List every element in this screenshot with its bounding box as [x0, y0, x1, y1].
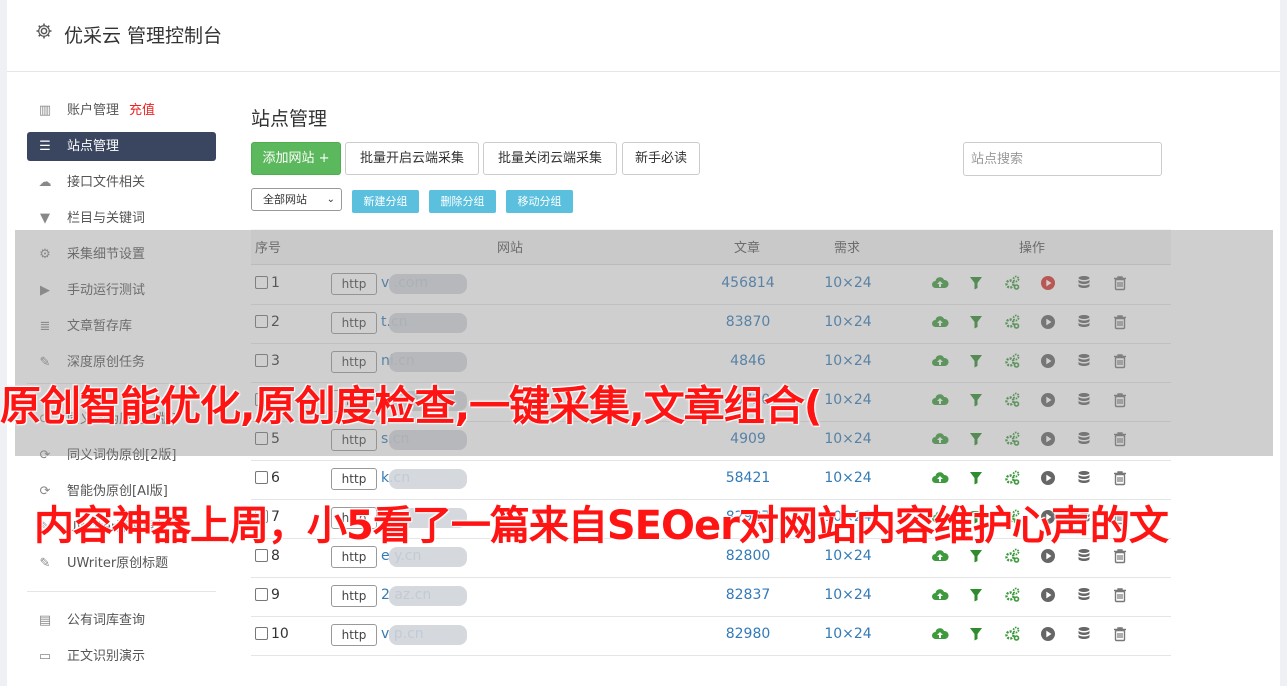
- batch-disable-cloud-button[interactable]: 批量关闭云端采集: [483, 142, 617, 175]
- sidebar-item-3[interactable]: ☁ 接口文件相关: [27, 168, 216, 197]
- gear-icon[interactable]: [35, 22, 53, 40]
- chevron-down-icon: ⌄: [326, 194, 335, 205]
- trash-icon[interactable]: [1111, 586, 1129, 604]
- caption-line-2: 内容神器上周，小5看了一篇来自SEOer对网站内容维护心声的文: [34, 503, 1169, 549]
- sidebar-item-13[interactable]: ✎ UWriter原创标题: [27, 549, 216, 578]
- app-title: 优采云 管理控制台: [64, 25, 223, 47]
- page-title: 站点管理: [251, 108, 328, 130]
- row-number: 10: [271, 626, 289, 642]
- server-icon: ☰: [39, 139, 51, 154]
- edit-icon: ✎: [39, 556, 51, 571]
- sidebar-item-label: UWriter原创标题: [67, 556, 169, 571]
- table-row: 10httpv p.cn8298010×24: [251, 616, 1171, 656]
- filter-icon[interactable]: [967, 469, 985, 487]
- row-checkbox[interactable]: [255, 471, 268, 484]
- demand-value[interactable]: 10×24: [811, 626, 885, 642]
- play-circle-icon[interactable]: [1039, 586, 1057, 604]
- play-circle-icon[interactable]: [1039, 469, 1057, 487]
- batch-enable-cloud-button[interactable]: 批量开启云端采集: [345, 142, 479, 175]
- cloud-upload-icon[interactable]: [931, 586, 949, 604]
- demand-value[interactable]: 10×24: [811, 470, 885, 486]
- trash-icon[interactable]: [1111, 625, 1129, 643]
- sidebar-item-label: 正文识别演示: [67, 649, 146, 664]
- database-icon[interactable]: [1075, 586, 1093, 604]
- cloud-upload-icon[interactable]: [931, 469, 949, 487]
- sidebar-divider: [27, 591, 216, 592]
- monitor-icon: ▭: [38, 649, 52, 664]
- filter-icon: ▼: [40, 211, 50, 226]
- cogs-icon[interactable]: [1003, 586, 1021, 604]
- group-select-value: 全部网站: [263, 193, 307, 206]
- row-number: 6: [271, 470, 280, 486]
- new-group-button[interactable]: 新建分组: [352, 190, 419, 213]
- sidebar-item-1[interactable]: ▥ 账户管理 充值: [27, 96, 216, 125]
- article-count[interactable]: 58421: [711, 470, 785, 486]
- sidebar-item-15[interactable]: ▭ 正文识别演示: [27, 642, 216, 671]
- move-group-button[interactable]: 移动分组: [506, 190, 573, 213]
- protocol-badge[interactable]: http: [331, 585, 377, 607]
- group-select[interactable]: 全部网站 ⌄: [251, 188, 342, 211]
- redacted-mask: [389, 625, 467, 645]
- cloud-upload-icon[interactable]: [931, 625, 949, 643]
- row-actions: [931, 625, 1131, 645]
- newbie-guide-button[interactable]: 新手必读: [622, 142, 700, 175]
- row-checkbox[interactable]: [255, 627, 268, 640]
- bar-chart-icon: ▥: [38, 103, 52, 118]
- row-number: 9: [271, 587, 280, 603]
- sidebar-item-14[interactable]: ▤ 公有词库查询: [27, 606, 216, 635]
- cogs-icon[interactable]: [1003, 625, 1021, 643]
- protocol-badge[interactable]: http: [331, 624, 377, 646]
- sidebar-item-label: 站点管理: [67, 139, 120, 154]
- top-bar: 优采云 管理控制台: [7, 0, 1280, 72]
- row-actions: [931, 586, 1131, 606]
- filter-icon[interactable]: [967, 586, 985, 604]
- database-icon[interactable]: [1075, 625, 1093, 643]
- sidebar-item-label: 栏目与关键词: [67, 211, 146, 226]
- recharge-link[interactable]: 充值: [129, 96, 155, 125]
- redacted-mask: [389, 469, 467, 489]
- sidebar-item-label: 公有词库查询: [67, 613, 146, 628]
- article-count[interactable]: 82837: [711, 587, 785, 603]
- article-count[interactable]: 82980: [711, 626, 785, 642]
- cogs-icon[interactable]: [1003, 469, 1021, 487]
- redacted-mask: [389, 586, 467, 606]
- site-search-input[interactable]: [963, 142, 1162, 176]
- table-row: 9http2 az.cn8283710×24: [251, 577, 1171, 617]
- cloud-upload-icon: ☁: [38, 175, 52, 190]
- demand-value[interactable]: 10×24: [811, 587, 885, 603]
- book-icon: ▤: [38, 613, 52, 628]
- delete-group-button[interactable]: 删除分组: [429, 190, 496, 213]
- sidebar-item-4[interactable]: ▼ 栏目与关键词: [27, 204, 216, 233]
- row-checkbox[interactable]: [255, 588, 268, 601]
- row-actions: [931, 469, 1131, 489]
- sidebar-item-label: 账户管理: [67, 103, 120, 118]
- add-site-button[interactable]: 添加网站 +: [251, 142, 341, 175]
- trash-icon[interactable]: [1111, 469, 1129, 487]
- play-circle-icon[interactable]: [1039, 625, 1057, 643]
- filter-icon[interactable]: [967, 625, 985, 643]
- sidebar-item-2[interactable]: ☰ 站点管理: [27, 132, 216, 161]
- caption-line-1: 原创智能优化,原创度检查,一键采集,文章组合(: [0, 382, 822, 430]
- database-icon[interactable]: [1075, 469, 1093, 487]
- protocol-badge[interactable]: http: [331, 468, 377, 490]
- sidebar-item-label: 接口文件相关: [67, 175, 146, 190]
